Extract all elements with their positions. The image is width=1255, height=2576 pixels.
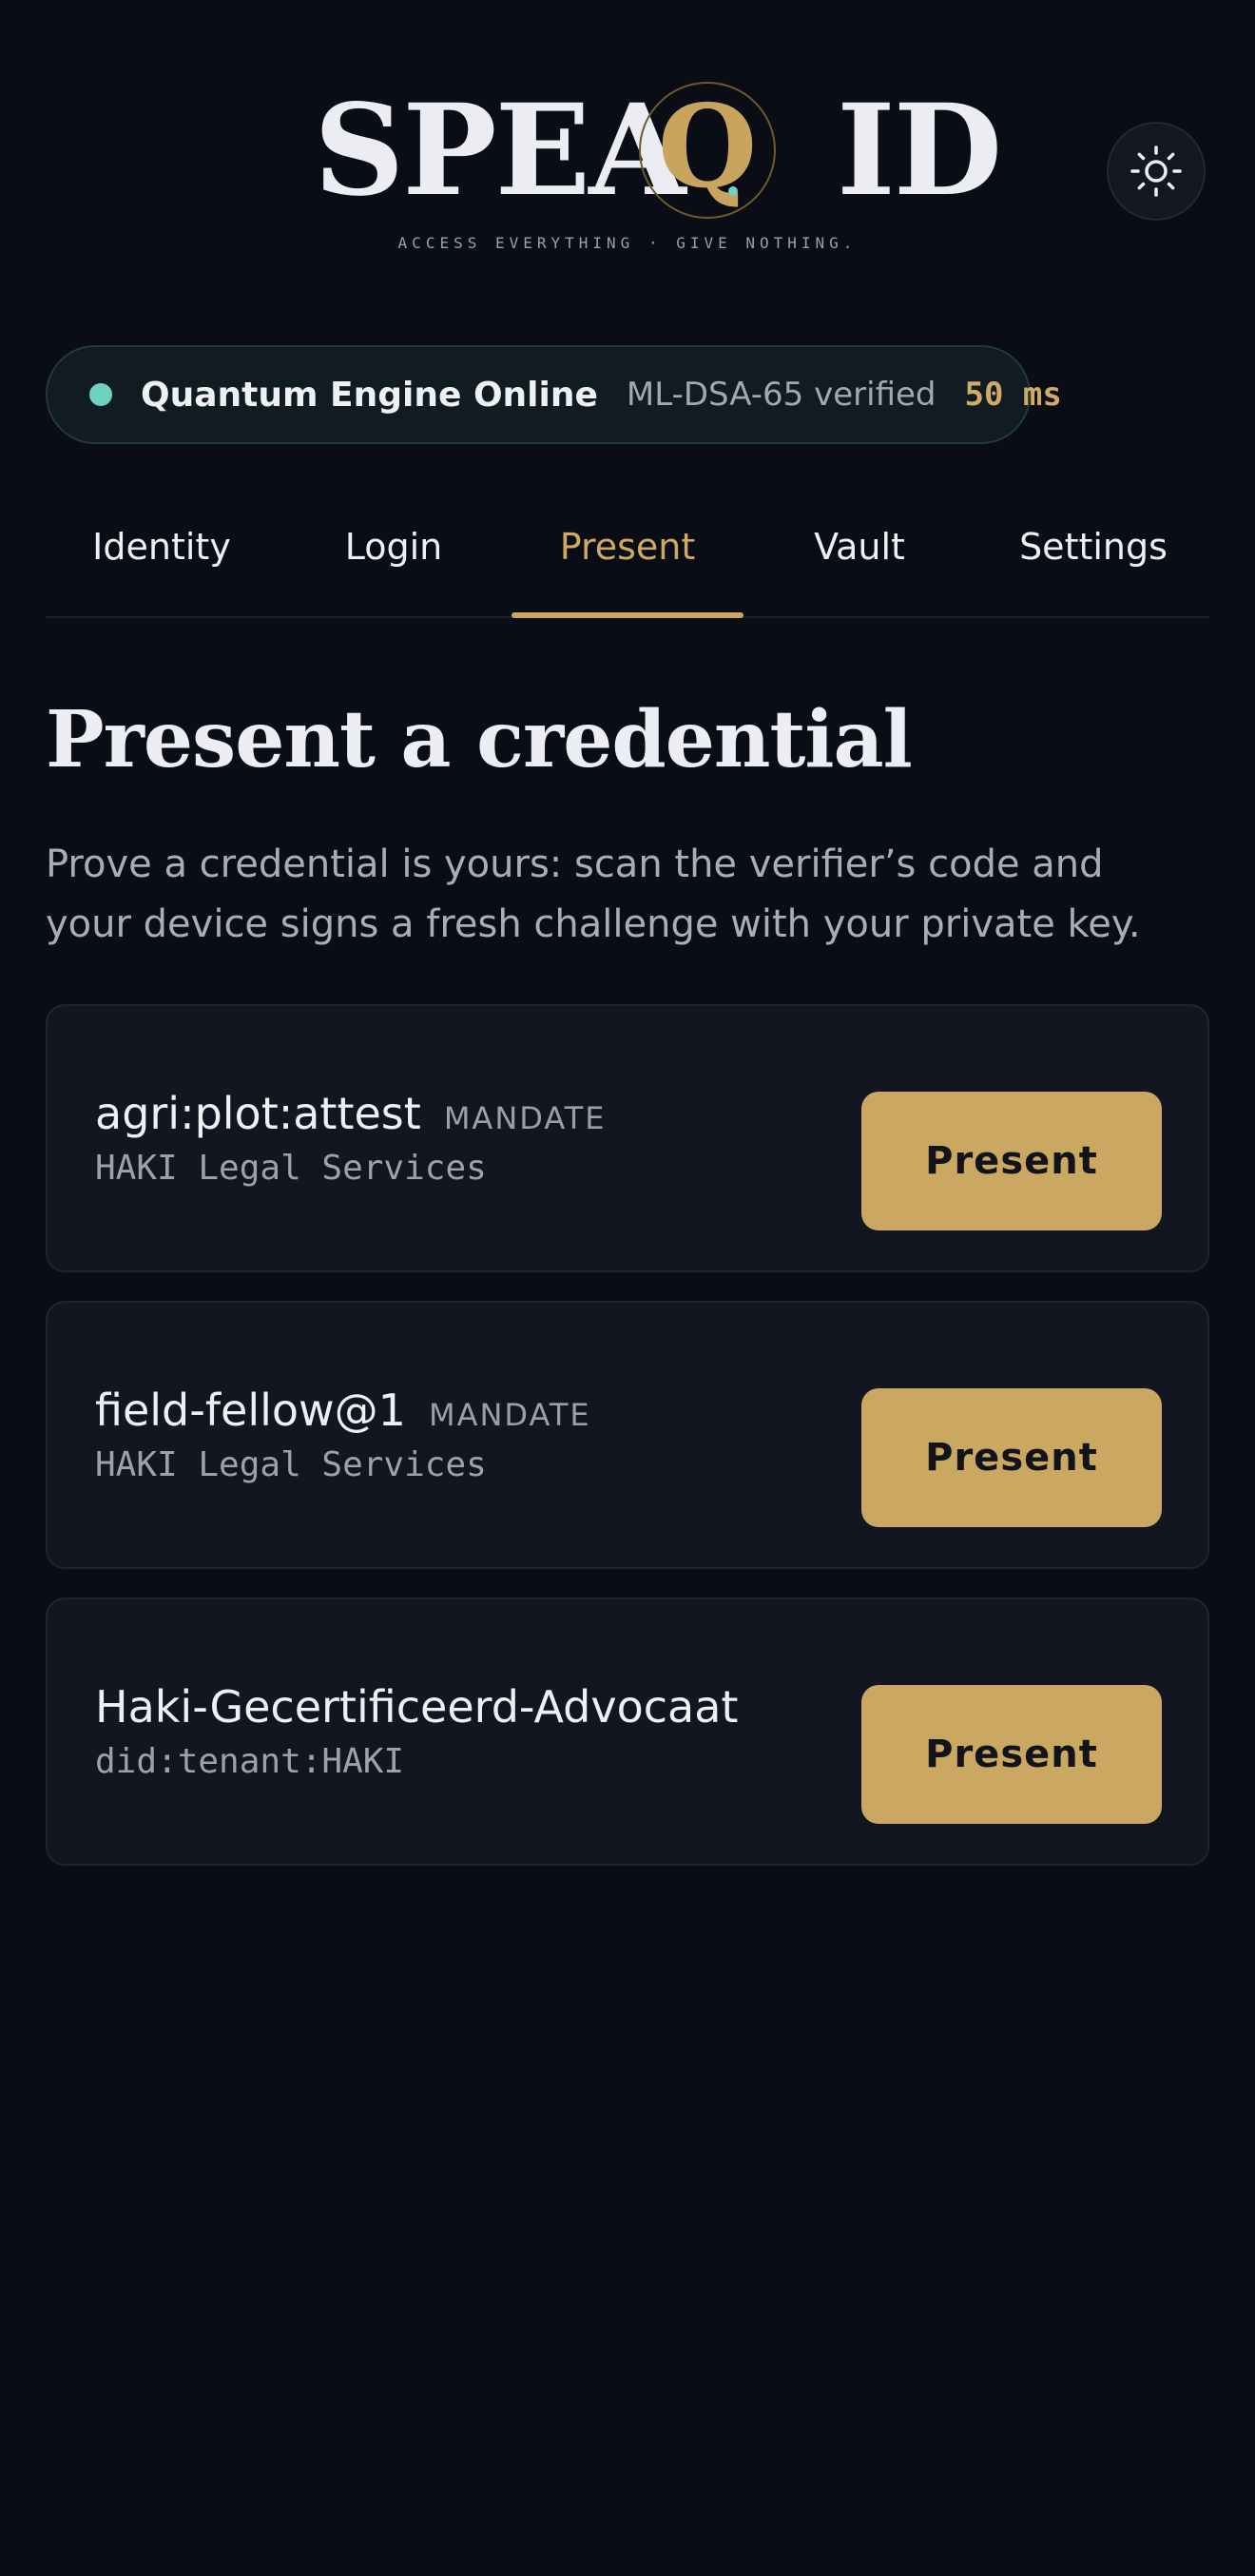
engine-status-pill: Quantum Engine Online ML-DSA-65 verified… [46,345,1062,444]
app-screen: SPEA Q ID ACCESS EVERYTHING · GIVE NOTHI… [0,0,1255,2576]
page-description: Prove a credential is yours: scan the ve… [46,843,1141,946]
credential-card: field-fellow@1 MANDATE HAKI Legal Servic… [46,1301,1209,1569]
logo-text-left: SPEA [314,77,686,224]
main-tabs: Identity Login Present Vault Settings [46,485,1209,618]
tab-login[interactable]: Login [278,485,510,616]
tab-present[interactable]: Present [512,485,743,618]
credential-type-badge: MANDATE [428,1397,591,1433]
credential-name-row: field-fellow@1 MANDATE [95,1385,591,1436]
tab-vault[interactable]: Vault [743,485,975,616]
credential-issuer: HAKI Legal Services [95,1445,487,1484]
engine-online-label: Quantum Engine Online [141,375,598,415]
credential-card: agri:plot:attest MANDATE HAKI Legal Serv… [46,1004,1209,1272]
credential-name: field-fellow@1 [95,1385,406,1436]
brand-logo: SPEA Q ID [314,77,1002,224]
logo-text-right: ID [837,77,1002,224]
present-button[interactable]: Present [861,1388,1162,1527]
credential-card: Haki-Gecertificeerd-Advocaat did:tenant:… [46,1598,1209,1866]
latency-value: 50 ms [964,376,1062,414]
logo-q-letter: Q [657,80,758,214]
sun-icon [1130,145,1183,198]
credential-type-badge: MANDATE [443,1100,607,1136]
signature-verified-label: ML-DSA-65 verified [626,376,936,414]
logo-dot [728,186,738,196]
credential-name-row: Haki-Gecertificeerd-Advocaat [95,1681,738,1733]
page-title: Present a credential [46,694,913,785]
present-button[interactable]: Present [861,1092,1162,1230]
present-button[interactable]: Present [861,1685,1162,1824]
credential-name-row: agri:plot:attest MANDATE [95,1088,607,1139]
credential-issuer: did:tenant:HAKI [95,1742,405,1781]
tab-identity[interactable]: Identity [46,485,278,616]
credential-name: agri:plot:attest [95,1088,421,1139]
credential-issuer: HAKI Legal Services [95,1149,487,1188]
logo-q-emblem: Q [639,80,778,221]
credential-name: Haki-Gecertificeerd-Advocaat [95,1681,739,1733]
theme-toggle-button[interactable] [1107,122,1206,221]
credential-list: agri:plot:attest MANDATE HAKI Legal Serv… [46,1004,1209,1894]
status-indicator-dot [89,383,112,406]
brand-tagline: ACCESS EVERYTHING · GIVE NOTHING. [397,234,858,252]
tab-settings[interactable]: Settings [977,485,1209,616]
